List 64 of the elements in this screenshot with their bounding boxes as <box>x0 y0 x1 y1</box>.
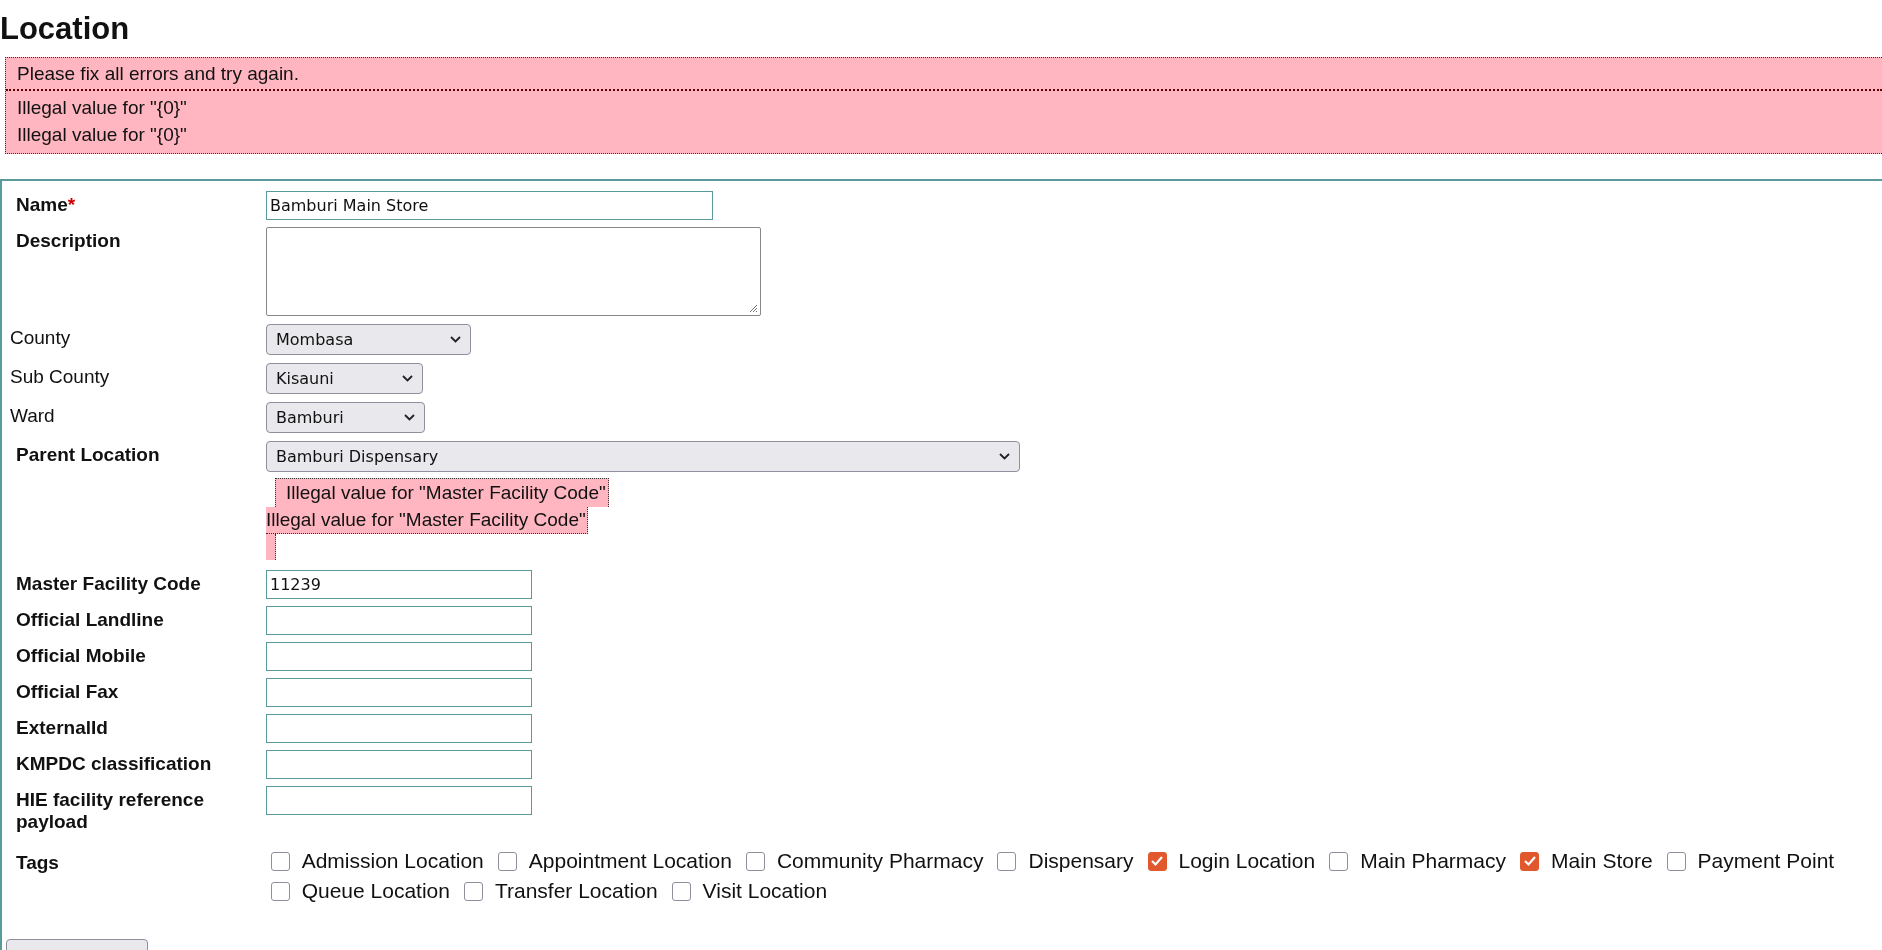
field-label: Official Landline <box>15 608 165 631</box>
text-input[interactable]: Bamburi Main Store <box>266 191 713 220</box>
resize-grip-icon[interactable] <box>748 303 758 313</box>
text-input[interactable] <box>266 714 532 743</box>
text-input[interactable] <box>266 606 532 635</box>
error-stub <box>266 534 276 560</box>
checkmark-icon <box>1150 855 1164 867</box>
checkbox[interactable] <box>270 881 290 901</box>
checkbox[interactable] <box>1329 851 1349 871</box>
checkbox[interactable] <box>497 851 517 871</box>
text-input[interactable] <box>266 642 532 671</box>
checkbox-label[interactable]: Appointment Location <box>528 849 732 873</box>
field-label: KMPDC classification <box>15 752 213 775</box>
checkbox[interactable] <box>463 881 483 901</box>
field-label: Parent Location <box>15 443 161 466</box>
error-summary-heading: Please fix all errors and try again. <box>6 58 1882 91</box>
description-textarea[interactable] <box>266 227 761 316</box>
page-title: Location <box>0 10 131 48</box>
checkbox[interactable] <box>1666 851 1686 871</box>
checkbox[interactable] <box>745 851 765 871</box>
dropdown-select[interactable]: Bamburi <box>266 402 425 433</box>
text-input[interactable] <box>266 678 532 707</box>
chevron-down-icon <box>999 453 1010 460</box>
checkmark-icon <box>1522 855 1537 867</box>
checkbox-label[interactable]: Login Location <box>1178 849 1316 873</box>
checkbox-label[interactable]: Transfer Location <box>494 879 658 903</box>
field-label: Description <box>15 229 122 252</box>
checkbox-label[interactable]: Payment Point <box>1697 849 1835 873</box>
checkbox[interactable] <box>1147 851 1167 871</box>
checkbox[interactable] <box>270 851 290 871</box>
checkbox-label[interactable]: Community Pharmacy <box>776 849 984 873</box>
field-label: Sub County <box>9 365 111 388</box>
checkbox[interactable] <box>671 881 691 901</box>
checkbox-label[interactable]: Dispensary <box>1028 849 1134 873</box>
field-label: HIE facility reference payload <box>15 788 205 833</box>
checkbox[interactable] <box>1520 851 1540 871</box>
checkbox[interactable] <box>997 851 1017 871</box>
field-label: Master Facility Code <box>15 572 202 595</box>
checkbox-label[interactable]: Queue Location <box>301 879 450 903</box>
field-label: ExternalId <box>15 716 109 739</box>
checkbox-label[interactable]: Admission Location <box>301 849 484 873</box>
dropdown-select[interactable]: Kisauni <box>266 363 423 394</box>
field-label: County <box>9 326 72 349</box>
field-label: Official Mobile <box>15 644 147 667</box>
chevron-down-icon <box>450 336 461 343</box>
field-label: Ward <box>9 404 56 427</box>
text-input[interactable] <box>266 786 532 815</box>
dropdown-select[interactable]: Bamburi Dispensary <box>266 441 1020 472</box>
field-label: Name* <box>15 193 77 216</box>
chevron-down-icon <box>402 375 413 382</box>
checkbox-label[interactable]: Main Store <box>1551 849 1653 873</box>
error-message: Illegal value for "{0}" <box>17 96 188 120</box>
text-input[interactable]: 11239 <box>266 570 532 599</box>
dropdown-select[interactable]: Mombasa <box>266 324 471 355</box>
field-label: Official Fax <box>15 680 120 703</box>
field-error-message: Illegal value for "Master Facility Code" <box>266 507 588 534</box>
field-label: Tags <box>15 851 60 874</box>
checkbox-label[interactable]: Visit Location <box>702 879 828 903</box>
required-mark: * <box>67 194 76 215</box>
error-message: Illegal value for "{0}" <box>17 123 188 147</box>
checkbox-label[interactable]: Main Pharmacy <box>1360 849 1507 873</box>
field-error-message: Illegal value for "Master Facility Code" <box>275 478 609 507</box>
text-input[interactable] <box>266 750 532 779</box>
chevron-down-icon <box>404 414 415 421</box>
